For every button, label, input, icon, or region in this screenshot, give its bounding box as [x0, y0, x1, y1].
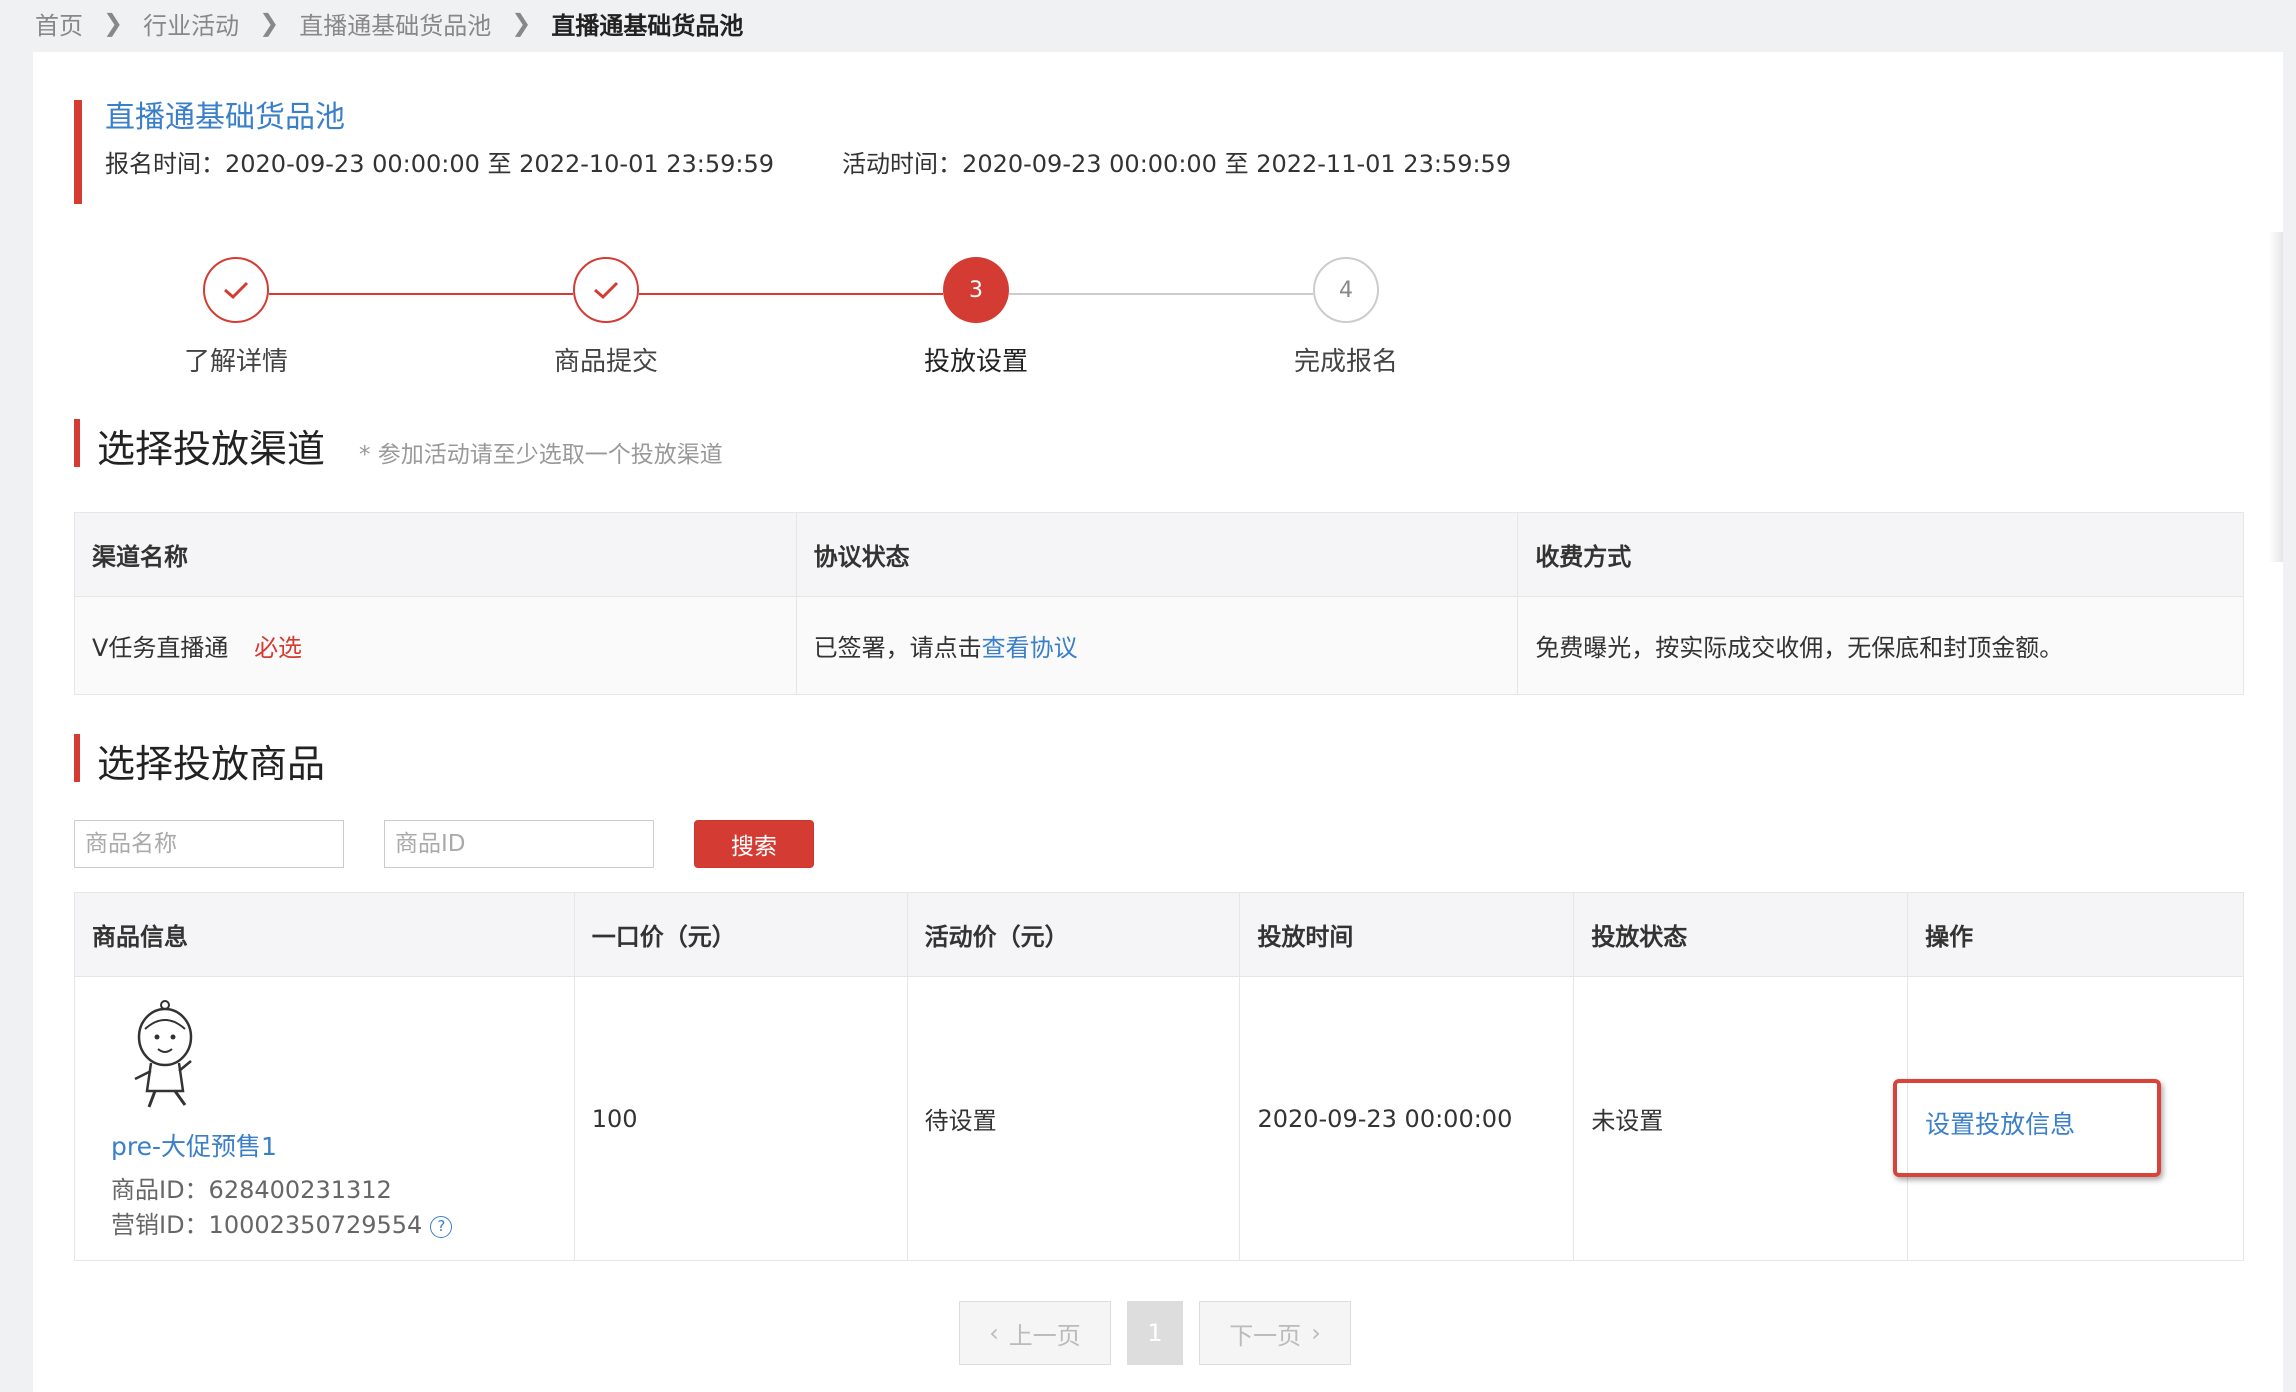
table-row: pre-大促预售1 商品ID：628400231312 营销ID：1000235…	[74, 976, 2244, 1261]
column-header: 一口价（元）	[573, 892, 908, 977]
product-id: 商品ID：628400231312	[111, 1176, 392, 1204]
activity-price-cell: 待设置	[906, 976, 1241, 1261]
chevron-right-icon: ❯	[259, 9, 280, 37]
table-row: V任务直播通 必选 已签署，请点击查看协议 免费曝光，按实际成交收佣，无保底和封…	[74, 596, 2244, 695]
prev-page-label: 上一页	[1008, 1321, 1081, 1350]
marketing-id: 营销ID：10002350729554	[111, 1211, 423, 1239]
column-header: 投放时间	[1239, 892, 1575, 977]
channel-table: 渠道名称 协议状态 收费方式 V任务直播通 必选 已签署，请点击查看协议 免费曝…	[74, 512, 2244, 695]
step-3-number: 3	[943, 257, 1009, 323]
step-2: 商品提交	[496, 257, 716, 378]
fee-cell: 免费曝光，按实际成交收佣，无保底和封顶金额。	[1517, 596, 2244, 695]
product-name-input[interactable]	[74, 820, 344, 868]
column-header: 活动价（元）	[906, 892, 1241, 977]
page-number-button[interactable]: 1	[1127, 1301, 1183, 1365]
help-icon[interactable]: ?	[430, 1216, 453, 1238]
channel-section-title: 选择投放渠道	[97, 427, 326, 471]
required-tag: 必选	[254, 634, 303, 662]
pagination: ‹ 上一页 1 下一页 ›	[959, 1301, 1351, 1365]
breadcrumb-current: 直播通基础货品池	[551, 11, 744, 40]
product-image[interactable]	[125, 999, 205, 1111]
check-icon	[203, 257, 269, 323]
marketing-id-row: 营销ID：10002350729554?	[111, 1205, 453, 1240]
step-4-label: 完成报名	[1293, 347, 1398, 377]
table-header-row: 渠道名称 协议状态 收费方式	[74, 512, 2244, 597]
agreement-text: 已签署，请点击	[813, 634, 982, 662]
step-4-number: 4	[1313, 257, 1379, 323]
breadcrumb-industry-activity[interactable]: 行业活动	[143, 6, 239, 41]
step-3-label: 投放设置	[923, 347, 1028, 377]
product-name-link[interactable]: pre-大促预售1	[111, 1127, 277, 1163]
breadcrumb-pool[interactable]: 直播通基础货品池	[299, 6, 491, 41]
time-row: 报名时间：2020-09-23 00:00:00 至 2022-10-01 23…	[105, 144, 1579, 179]
product-info-cell: pre-大促预售1 商品ID：628400231312 营销ID：1000235…	[74, 976, 575, 1261]
step-1-label: 了解详情	[183, 347, 288, 377]
channel-name-cell: V任务直播通 必选	[74, 596, 797, 695]
signup-time: 报名时间：2020-09-23 00:00:00 至 2022-10-01 23…	[105, 150, 775, 178]
breadcrumb: 首页 ❯ 行业活动 ❯ 直播通基础货品池 ❯ 直播通基础货品池	[35, 0, 743, 46]
status-cell: 未设置	[1573, 976, 1909, 1261]
column-header: 收费方式	[1517, 512, 2244, 597]
chevron-right-icon: ❯	[511, 9, 532, 37]
column-header: 渠道名称	[74, 512, 797, 597]
chevron-right-icon: ›	[1311, 1319, 1321, 1347]
set-delivery-info-link[interactable]: 设置投放信息	[1925, 1105, 2075, 1141]
column-header: 商品信息	[74, 892, 575, 977]
next-page-button[interactable]: 下一页 ›	[1199, 1301, 1351, 1365]
title-accent-bar	[74, 100, 82, 204]
step-1: 了解详情	[126, 257, 346, 378]
prev-page-button[interactable]: ‹ 上一页	[959, 1301, 1111, 1365]
main-panel: 直播通基础货品池 报名时间：2020-09-23 00:00:00 至 2022…	[33, 52, 2283, 1392]
agreement-cell: 已签署，请点击查看协议	[795, 596, 1519, 695]
step-4: 4 完成报名	[1236, 257, 1456, 378]
goods-table: 商品信息 一口价（元） 活动价（元） 投放时间 投放状态 操作 pre-大促预售…	[74, 892, 2244, 1261]
channel-name: V任务直播通	[92, 634, 229, 662]
section-accent-bar	[74, 734, 80, 782]
chevron-left-icon: ‹	[989, 1319, 999, 1347]
search-button[interactable]: 搜索	[694, 820, 814, 868]
next-page-label: 下一页	[1229, 1321, 1302, 1350]
chevron-right-icon: ❯	[103, 9, 124, 37]
search-row: 搜索	[74, 820, 814, 868]
price-cell: 100	[573, 976, 908, 1261]
activity-time: 活动时间：2020-09-23 00:00:00 至 2022-11-01 23…	[842, 150, 1512, 178]
section-accent-bar	[74, 419, 80, 467]
view-agreement-link[interactable]: 查看协议	[982, 634, 1078, 662]
goods-section-title: 选择投放商品	[97, 742, 326, 786]
column-header: 投放状态	[1573, 892, 1909, 977]
step-2-label: 商品提交	[553, 347, 658, 377]
channel-section-hint: * 参加活动请至少选取一个投放渠道	[359, 442, 723, 468]
breadcrumb-home[interactable]: 首页	[35, 6, 83, 41]
column-header: 操作	[1907, 892, 2244, 977]
column-header: 协议状态	[795, 512, 1519, 597]
table-header-row: 商品信息 一口价（元） 活动价（元） 投放时间 投放状态 操作	[74, 892, 2244, 977]
time-cell: 2020-09-23 00:00:00	[1239, 976, 1575, 1261]
action-cell: 设置投放信息	[1893, 976, 2244, 1261]
product-id-input[interactable]	[384, 820, 654, 868]
step-progress: 了解详情 商品提交 3 投放设置 4 完成报名	[33, 257, 2283, 377]
step-3: 3 投放设置	[866, 257, 1086, 378]
check-icon	[573, 257, 639, 323]
page-title: 直播通基础货品池	[105, 100, 345, 135]
